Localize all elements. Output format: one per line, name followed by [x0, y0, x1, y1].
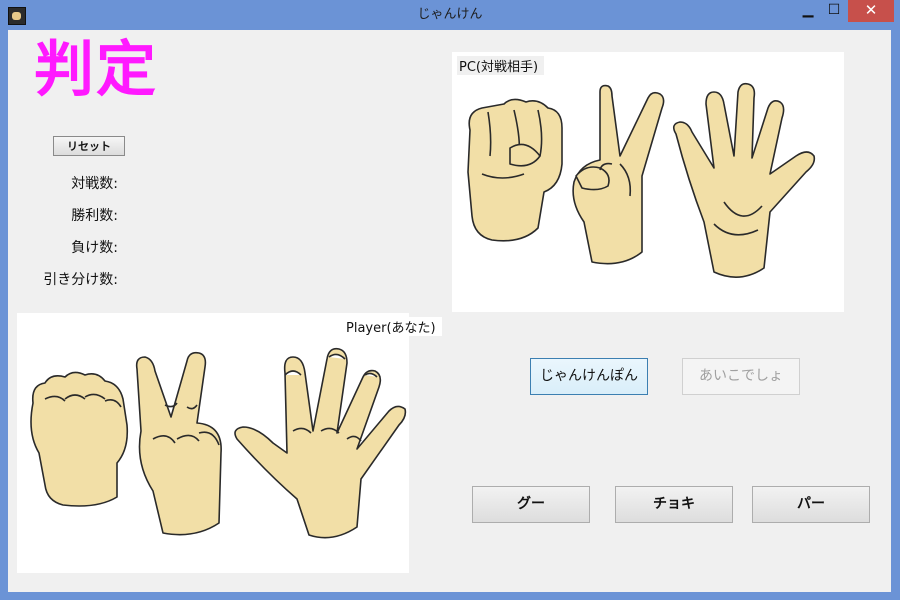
player-hands-illustration [30, 347, 407, 539]
pc-hands-illustration [467, 82, 816, 278]
rock-hand-icon [467, 98, 563, 242]
player-panel-label: Player(あなた) [344, 317, 442, 336]
reset-button[interactable]: リセット [53, 136, 125, 156]
draws-label: 引き分け数: [43, 272, 118, 288]
paper-hand-icon [234, 347, 407, 539]
window-title: じゃんけん [417, 7, 483, 22]
scissors-hand-icon [135, 351, 222, 536]
pc-hand-panel [452, 52, 844, 312]
wins-label: 勝利数: [71, 208, 118, 224]
client-area: 判定 リセット 対戦数: 勝利数: 負け数: 引き分け数: PC(対戦相手) P… [8, 30, 891, 592]
janken-pon-button[interactable]: じゃんけんぽん [530, 358, 648, 395]
close-button[interactable]: ✕ [848, 0, 894, 22]
pc-panel-label: PC(対戦相手) [457, 56, 545, 75]
scissors-hand-icon [572, 84, 665, 265]
app-window: じゃんけん ▁ ☐ ✕ 判定 リセット 対戦数: 勝利数: 負け数: 引き分け数… [0, 0, 900, 600]
aiko-deshou-button[interactable]: あいこでしょ [682, 358, 800, 395]
maximize-button[interactable]: ☐ [822, 0, 846, 22]
minimize-button[interactable]: ▁ [796, 0, 820, 22]
title-bar: じゃんけん ▁ ☐ ✕ [0, 0, 900, 30]
player-hand-panel [17, 313, 409, 573]
rock-choice-button[interactable]: グー [472, 486, 590, 523]
scissors-choice-button[interactable]: チョキ [615, 486, 733, 523]
paper-choice-button[interactable]: パー [752, 486, 870, 523]
judge-text: 判定 [34, 35, 158, 105]
losses-label: 負け数: [71, 240, 118, 256]
matches-label: 対戦数: [71, 176, 118, 192]
paper-hand-icon [672, 82, 816, 278]
rock-hand-icon [30, 371, 129, 507]
